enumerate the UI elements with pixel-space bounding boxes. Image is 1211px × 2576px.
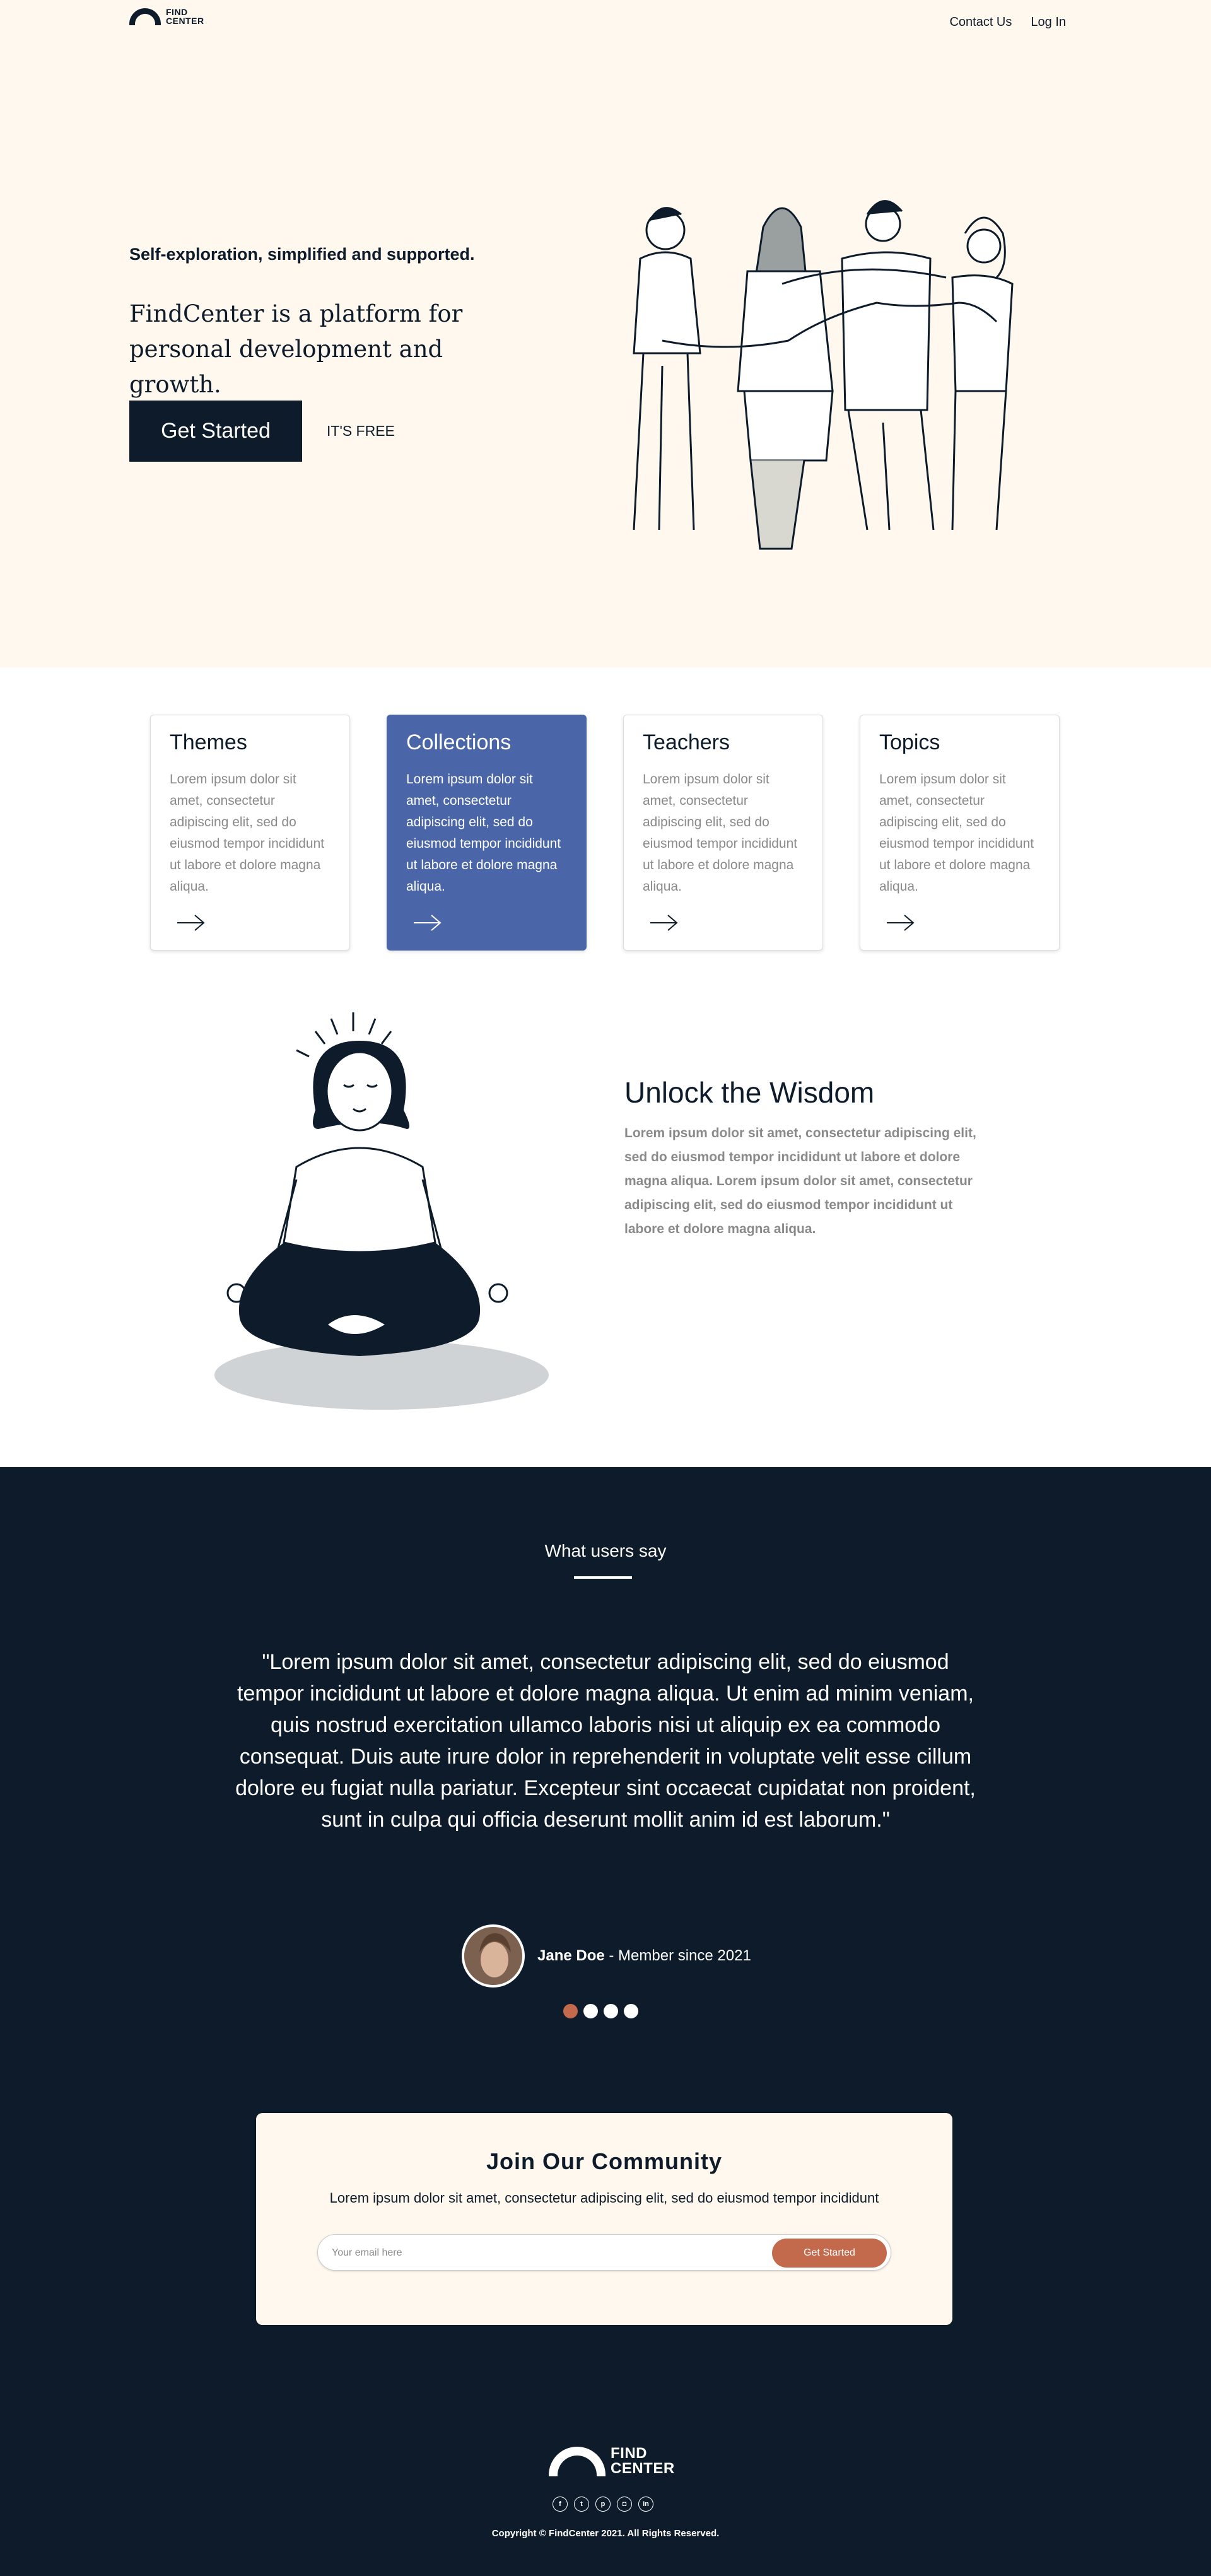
social-links: f t p ◘ in <box>553 2497 653 2512</box>
carousel-dot-2[interactable] <box>583 2004 598 2018</box>
pinterest-icon[interactable]: p <box>595 2497 611 2512</box>
hero-tagline: Self-exploration, simplified and support… <box>129 245 475 264</box>
community-card: Join Our Community Lorem ipsum dolor sit… <box>256 2113 952 2325</box>
card-text: Lorem ipsum dolor sit amet, consectetur … <box>643 772 798 894</box>
logo-line2: CENTER <box>611 2460 675 2477</box>
card-themes[interactable]: Themes Lorem ipsum dolor sit amet, conse… <box>150 715 350 951</box>
arrow-right-icon[interactable] <box>649 913 679 932</box>
member-since: - Member since 2021 <box>604 1947 751 1964</box>
card-title: Collections <box>406 730 512 754</box>
card-text: Lorem ipsum dolor sit amet, consectetur … <box>406 772 561 894</box>
carousel-dot-4[interactable] <box>624 2004 638 2018</box>
facebook-icon[interactable]: f <box>553 2497 568 2512</box>
copyright: Copyright © FindCenter 2021. All Rights … <box>491 2528 720 2539</box>
footer-logo[interactable]: FIND CENTER <box>549 2446 675 2476</box>
wisdom-text: Lorem ipsum dolor sit amet, consectetur … <box>624 1126 976 1236</box>
carousel-dots <box>563 2004 638 2018</box>
avatar <box>462 1924 525 1988</box>
community-text: Lorem ipsum dolor sit amet, consectetur … <box>329 2190 879 2206</box>
avatar-face-icon <box>464 1927 522 1985</box>
carousel-dot-3[interactable] <box>604 2004 618 2018</box>
card-title: Teachers <box>643 730 730 754</box>
card-title: Themes <box>170 730 247 754</box>
card-text: Lorem ipsum dolor sit amet, consectetur … <box>879 772 1034 894</box>
logo-arch-icon <box>549 2446 606 2476</box>
email-input[interactable] <box>331 2244 709 2263</box>
carousel-dot-1[interactable] <box>563 2004 578 2018</box>
testimonial-quote: "Lorem ipsum dolor sit amet, consectetur… <box>235 1650 976 1832</box>
card-text: Lorem ipsum dolor sit amet, consectetur … <box>170 772 325 894</box>
subscribe-button[interactable]: Get Started <box>772 2239 887 2268</box>
logo-arch-icon <box>129 8 161 25</box>
card-title: Topics <box>879 730 940 754</box>
logo-line1: FIND <box>611 2445 647 2462</box>
hero-section: FIND CENTER Contact Us Log In Self-explo… <box>0 0 1211 667</box>
its-free-label: IT'S FREE <box>327 423 395 439</box>
logo[interactable]: FIND CENTER <box>129 8 204 25</box>
nav-contact-us[interactable]: Contact Us <box>949 15 1012 30</box>
get-started-button[interactable]: Get Started <box>129 401 302 462</box>
wisdom-title: Unlock the Wisdom <box>624 1076 875 1109</box>
card-topics[interactable]: Topics Lorem ipsum dolor sit amet, conse… <box>860 715 1060 951</box>
author-name: Jane Doe <box>537 1947 605 1964</box>
instagram-icon[interactable]: ◘ <box>617 2497 632 2512</box>
meditation-illustration <box>214 1012 549 1410</box>
testimonial-author: Jane Doe - Member since 2021 <box>462 1924 751 1988</box>
title-underline <box>574 1576 632 1579</box>
card-collections[interactable]: Collections Lorem ipsum dolor sit amet, … <box>387 715 587 951</box>
twitter-icon[interactable]: t <box>574 2497 589 2512</box>
arrow-right-icon[interactable] <box>176 913 206 932</box>
logo-line1: FIND <box>166 7 188 17</box>
subscribe-form: Get Started <box>317 2234 891 2271</box>
linkedin-icon[interactable]: in <box>638 2497 653 2512</box>
card-teachers[interactable]: Teachers Lorem ipsum dolor sit amet, con… <box>623 715 823 951</box>
top-nav: Contact Us Log In <box>949 15 1066 30</box>
testimonials-title: What users say <box>544 1541 667 1560</box>
logo-line2: CENTER <box>166 16 204 26</box>
testimonials-section: What users say "Lorem ipsum dolor sit am… <box>0 1467 1211 2576</box>
nav-log-in[interactable]: Log In <box>1031 15 1066 30</box>
arrow-right-icon[interactable] <box>412 913 443 932</box>
arrow-right-icon[interactable] <box>886 913 916 932</box>
hero-headline: FindCenter is a platform for personal de… <box>129 300 463 398</box>
friends-illustration <box>633 200 1014 550</box>
community-title: Join Our Community <box>486 2148 722 2174</box>
feature-cards: Themes Lorem ipsum dolor sit amet, conse… <box>150 715 1060 951</box>
